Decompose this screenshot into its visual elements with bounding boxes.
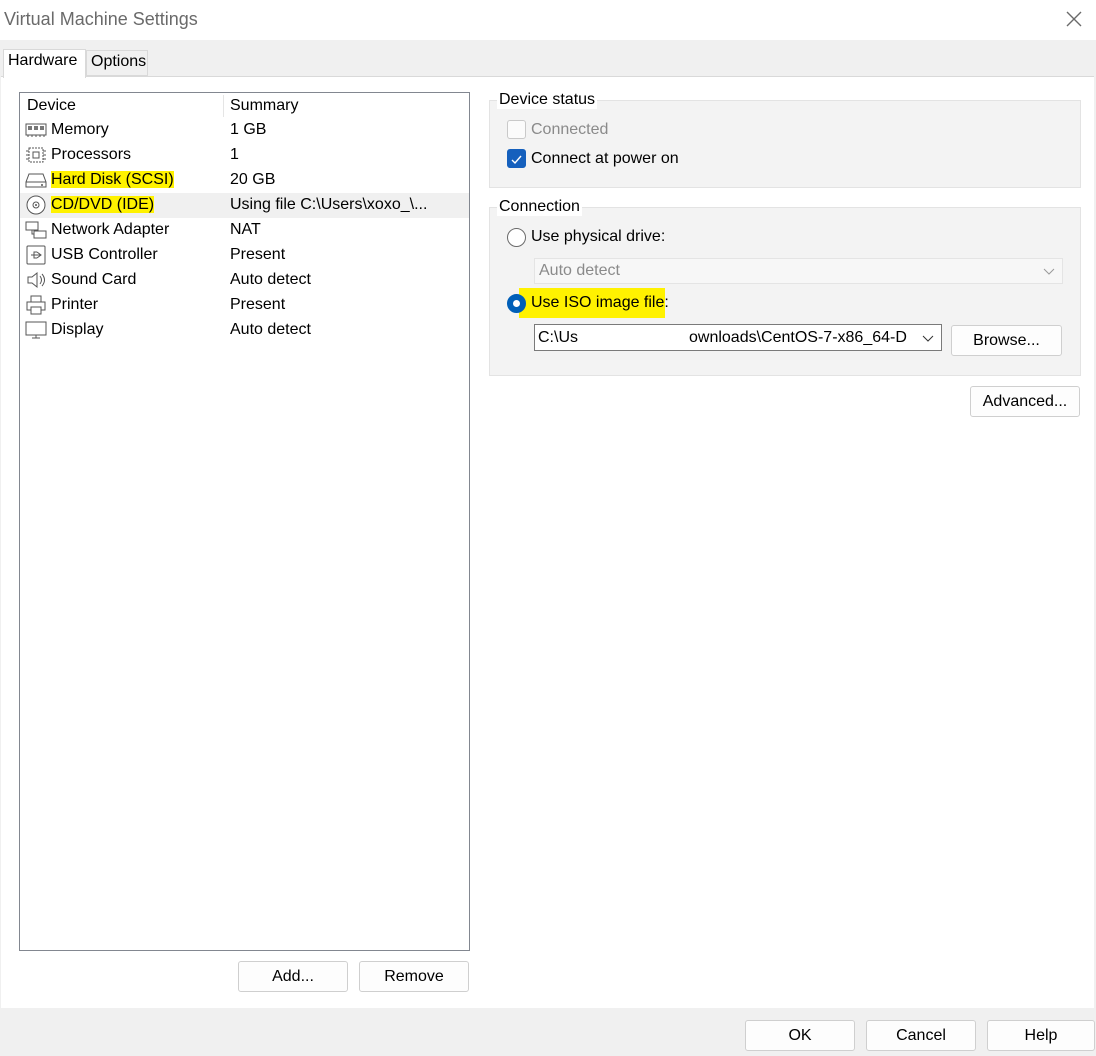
cancel-button[interactable]: Cancel xyxy=(866,1020,976,1051)
iso-path-field[interactable]: C:\Us ownloads\CentOS-7-x86_64-D xyxy=(534,324,942,351)
device-summary: 20 GB xyxy=(230,171,276,188)
title-bar: Virtual Machine Settings xyxy=(0,0,1096,40)
iso-image-radio[interactable] xyxy=(507,294,526,313)
advanced-button[interactable]: Advanced... xyxy=(970,386,1080,417)
device-summary: 1 xyxy=(230,146,239,163)
iso-image-label: Use ISO image file: xyxy=(531,294,669,311)
usb-icon xyxy=(25,245,47,265)
browse-button[interactable]: Browse... xyxy=(951,325,1062,356)
device-row-display[interactable]: Display Auto detect xyxy=(20,318,469,343)
physical-drive-dropdown[interactable]: Auto detect xyxy=(534,258,1063,284)
chevron-down-icon xyxy=(1042,261,1056,281)
remove-button[interactable]: Remove xyxy=(359,961,469,992)
column-header-device[interactable]: Device xyxy=(27,97,76,115)
connection-title: Connection xyxy=(497,198,582,216)
window-title: Virtual Machine Settings xyxy=(4,9,198,29)
physical-drive-radio[interactable] xyxy=(507,228,526,247)
device-status-group: Device status xyxy=(489,91,1081,188)
device-row-cd-dvd[interactable]: CD/DVD (IDE) Using file C:\Users\xoxo_\.… xyxy=(20,193,469,218)
cd-dvd-icon xyxy=(25,195,47,215)
network-adapter-icon xyxy=(25,220,47,240)
tab-options[interactable]: Options xyxy=(86,50,148,76)
device-name: Hard Disk (SCSI) xyxy=(51,171,174,188)
device-name: Sound Card xyxy=(51,271,137,288)
device-list[interactable]: Device Summary Memory 1 GB Processors 1 … xyxy=(19,92,470,951)
monitor-icon xyxy=(25,320,47,340)
device-name: Printer xyxy=(51,296,99,313)
help-button[interactable]: Help xyxy=(987,1020,1095,1051)
connected-label: Connected xyxy=(531,121,609,138)
device-row-usb-controller[interactable]: USB Controller Present xyxy=(20,243,469,268)
connect-at-power-on-checkbox[interactable] xyxy=(507,149,526,168)
ok-button[interactable]: OK xyxy=(745,1020,855,1051)
device-name: Display xyxy=(51,321,104,338)
device-summary: Present xyxy=(230,246,286,263)
device-row-processors[interactable]: Processors 1 xyxy=(20,143,469,168)
close-icon[interactable] xyxy=(1056,2,1092,36)
memory-icon xyxy=(25,120,47,140)
connect-at-power-on-label: Connect at power on xyxy=(531,150,679,167)
physical-drive-value: Auto detect xyxy=(539,262,620,279)
device-row-printer[interactable]: Printer Present xyxy=(20,293,469,318)
chevron-down-icon[interactable] xyxy=(921,328,935,348)
iso-path-start: C:\Us xyxy=(538,329,578,346)
device-name: CD/DVD (IDE) xyxy=(51,196,155,213)
device-summary: Auto detect xyxy=(230,271,311,288)
device-status-title: Device status xyxy=(497,91,598,109)
device-summary: Present xyxy=(230,296,286,313)
device-row-network-adapter[interactable]: Network Adapter NAT xyxy=(20,218,469,243)
list-header: Device Summary xyxy=(20,93,469,118)
hard-disk-icon xyxy=(25,170,47,190)
column-header-summary[interactable]: Summary xyxy=(230,97,298,115)
physical-drive-label: Use physical drive: xyxy=(531,228,666,245)
printer-icon xyxy=(25,295,47,315)
speaker-icon xyxy=(25,270,47,290)
device-summary: Using file C:\Users\xoxo_\... xyxy=(230,196,428,213)
device-row-memory[interactable]: Memory 1 GB xyxy=(20,118,469,143)
device-summary: NAT xyxy=(230,221,261,238)
device-summary: 1 GB xyxy=(230,121,267,138)
column-divider[interactable] xyxy=(223,95,224,117)
device-row-hard-disk[interactable]: Hard Disk (SCSI) 20 GB xyxy=(20,168,469,193)
iso-path-end: ownloads\CentOS-7-x86_64-D xyxy=(689,329,907,346)
tab-hardware[interactable]: Hardware xyxy=(3,49,86,78)
connected-checkbox[interactable] xyxy=(507,120,526,139)
add-button[interactable]: Add... xyxy=(238,961,348,992)
device-name: Network Adapter xyxy=(51,221,170,238)
device-name: Processors xyxy=(51,146,132,163)
processor-icon xyxy=(25,145,47,165)
device-row-sound-card[interactable]: Sound Card Auto detect xyxy=(20,268,469,293)
device-summary: Auto detect xyxy=(230,321,311,338)
device-name: USB Controller xyxy=(51,246,158,263)
device-name: Memory xyxy=(51,121,109,138)
